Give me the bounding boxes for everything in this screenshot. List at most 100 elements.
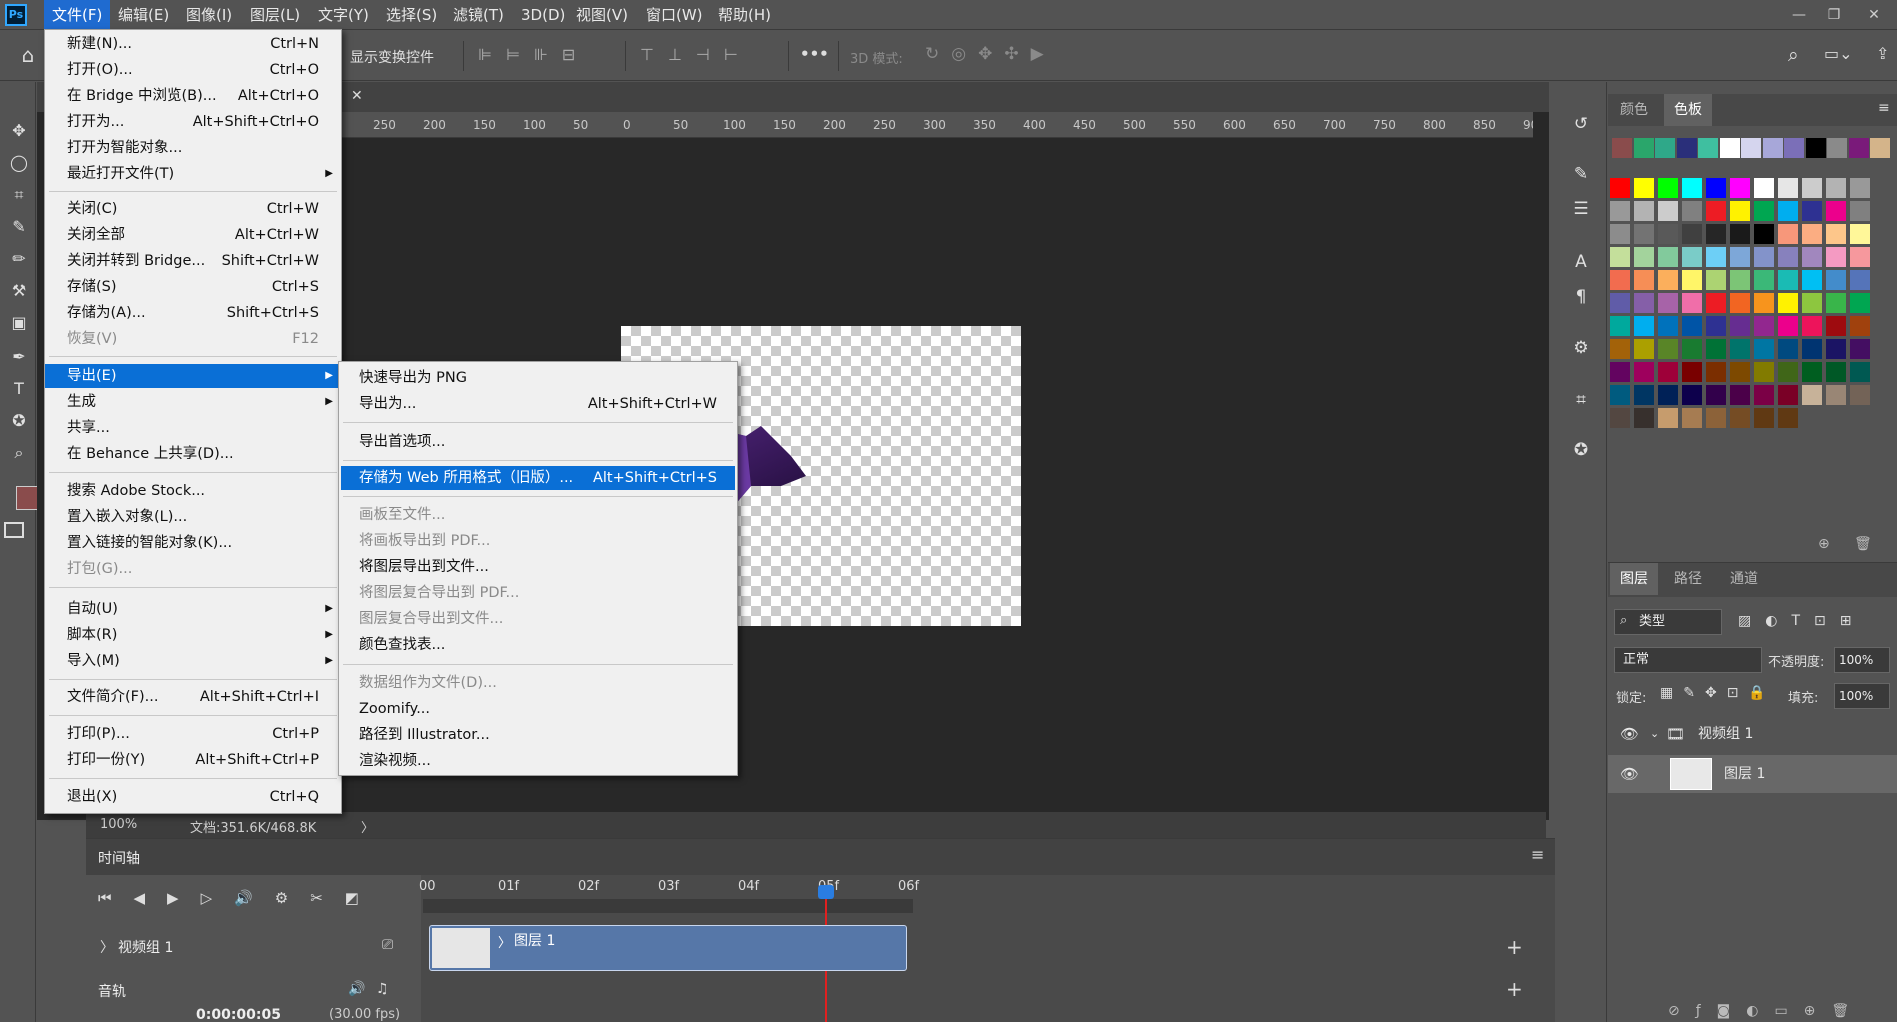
- add-audio-icon[interactable]: +: [1506, 977, 1523, 1001]
- shapes-icon[interactable]: ✪: [1569, 438, 1593, 462]
- swatch[interactable]: [1730, 247, 1750, 267]
- menu-item-print[interactable]: 打印(P)... Ctrl+P: [45, 722, 341, 746]
- menu-item-data-sets[interactable]: 数据组作为文件(D)...: [339, 671, 737, 695]
- status-arrow[interactable]: 〉: [361, 817, 374, 836]
- swatch[interactable]: [1658, 316, 1678, 336]
- swatch[interactable]: [1754, 408, 1774, 428]
- swatch[interactable]: [1730, 316, 1750, 336]
- swatch[interactable]: [1826, 362, 1846, 382]
- brush-settings-icon[interactable]: ✎: [1569, 162, 1593, 186]
- close-window-icon[interactable]: ✕: [1860, 3, 1888, 27]
- swatch[interactable]: [1610, 178, 1630, 198]
- menu-type[interactable]: 文字(Y): [310, 0, 377, 30]
- swatch[interactable]: [1610, 270, 1630, 290]
- swatch[interactable]: [1778, 408, 1798, 428]
- home-icon[interactable]: ⌂: [16, 43, 40, 67]
- swatch[interactable]: [1706, 408, 1726, 428]
- swatch[interactable]: [1778, 201, 1798, 221]
- swatch[interactable]: [1610, 408, 1630, 428]
- swatch[interactable]: [1612, 138, 1632, 158]
- close-doc-icon[interactable]: ✕: [351, 88, 363, 104]
- swatch[interactable]: [1850, 385, 1870, 405]
- swatch[interactable]: [1682, 316, 1702, 336]
- swatch[interactable]: [1706, 385, 1726, 405]
- expand-group-icon[interactable]: ⌄: [1650, 715, 1659, 753]
- menu-item-save-for-web[interactable]: 存储为 Web 所用格式（旧版）... Alt+Shift+Ctrl+S: [341, 466, 735, 490]
- menu-item-file-info[interactable]: 文件简介(F)... Alt+Shift+Ctrl+I: [45, 685, 341, 709]
- clip-expand-icon[interactable]: 〉: [498, 932, 511, 951]
- menu-item-import[interactable]: 导入(M) ▶: [45, 649, 341, 673]
- swatch[interactable]: [1870, 138, 1890, 158]
- swatch[interactable]: [1850, 270, 1870, 290]
- swatch[interactable]: [1754, 316, 1774, 336]
- menu-item-artboards-to-files[interactable]: 画板至文件...: [339, 503, 737, 527]
- swatch[interactable]: [1802, 316, 1822, 336]
- menu-item-paths-to-illustrator[interactable]: 路径到 Illustrator...: [339, 723, 737, 747]
- swatch[interactable]: [1730, 270, 1750, 290]
- swatch[interactable]: [1850, 247, 1870, 267]
- swatch[interactable]: [1658, 293, 1678, 313]
- shape-tool-icon[interactable]: ✪: [6, 408, 32, 434]
- distribute-icons[interactable]: ⊤⊥⊣⊢: [640, 45, 752, 64]
- menu-item-close[interactable]: 关闭(C) Ctrl+W: [45, 197, 341, 221]
- show-transform-label[interactable]: 显示变换控件: [350, 47, 434, 67]
- move-tool-icon[interactable]: ✥: [6, 118, 32, 144]
- align-icons[interactable]: ⊫⊨⊪⊟: [478, 45, 589, 64]
- swatch[interactable]: [1848, 138, 1869, 158]
- swatch[interactable]: [1658, 339, 1678, 359]
- character-icon[interactable]: A: [1569, 250, 1593, 274]
- swatch[interactable]: [1682, 339, 1702, 359]
- menu-item-render-video[interactable]: 渲染视频...: [339, 749, 737, 773]
- swatch[interactable]: [1826, 224, 1846, 244]
- swatch[interactable]: [1706, 247, 1726, 267]
- swatch[interactable]: [1778, 224, 1798, 244]
- menu-file[interactable]: 文件(F): [44, 0, 111, 30]
- music-note-icon[interactable]: ♫: [376, 981, 389, 997]
- tab-channels[interactable]: 通道: [1720, 563, 1768, 595]
- blend-mode-select[interactable]: 正常: [1614, 647, 1762, 673]
- menu-item-color-lookup[interactable]: 颜色查找表...: [339, 633, 737, 657]
- menu-item-open[interactable]: 打开(O)... Ctrl+O: [45, 58, 341, 82]
- more-options-button[interactable]: •••: [800, 45, 829, 63]
- visibility-eye-icon[interactable]: 👁: [1620, 715, 1639, 753]
- menu-item-adobe-stock[interactable]: 搜索 Adobe Stock...: [45, 479, 341, 503]
- menu-select[interactable]: 选择(S): [378, 0, 445, 30]
- menu-edit[interactable]: 编辑(E): [110, 0, 177, 30]
- menu-item-scripts[interactable]: 脚本(R) ▶: [45, 623, 341, 647]
- brush-tool-icon[interactable]: ✏: [6, 246, 32, 272]
- properties-icon[interactable]: ⚙: [1569, 336, 1593, 360]
- zoom-tool-icon[interactable]: ⌕: [6, 440, 32, 466]
- swatch[interactable]: [1826, 201, 1846, 221]
- swatch[interactable]: [1610, 224, 1630, 244]
- eyedropper-tool-icon[interactable]: ✎: [6, 214, 32, 240]
- tab-swatches[interactable]: 色板: [1664, 94, 1712, 126]
- menu-view[interactable]: 视图(V): [568, 0, 636, 30]
- swatch[interactable]: [1682, 408, 1702, 428]
- search-icon[interactable]: ⌕: [1788, 44, 1799, 66]
- swatch[interactable]: [1706, 316, 1726, 336]
- menu-image[interactable]: 图像(I): [178, 0, 240, 30]
- menu-item-open-as[interactable]: 打开为... Alt+Shift+Ctrl+O: [45, 110, 341, 134]
- swatch[interactable]: [1730, 293, 1750, 313]
- swatch[interactable]: [1826, 270, 1846, 290]
- menu-window[interactable]: 窗口(W): [638, 0, 711, 30]
- swatch[interactable]: [1610, 247, 1630, 267]
- swatch[interactable]: [1802, 293, 1822, 313]
- swatch[interactable]: [1634, 316, 1654, 336]
- swatch[interactable]: [1719, 138, 1740, 158]
- swatch[interactable]: [1754, 385, 1774, 405]
- swatch[interactable]: [1634, 178, 1654, 198]
- quick-mask-icon[interactable]: [4, 522, 24, 538]
- swatch[interactable]: [1754, 247, 1774, 267]
- swatch[interactable]: [1610, 316, 1630, 336]
- swatch[interactable]: [1682, 201, 1702, 221]
- swatch[interactable]: [1634, 224, 1654, 244]
- menu-item-zoomify[interactable]: Zoomify...: [339, 697, 737, 721]
- menu-item-place-embedded[interactable]: 置入嵌入对象(L)...: [45, 505, 341, 529]
- menu-item-generate[interactable]: 生成 ▶: [45, 390, 341, 414]
- swatch[interactable]: [1754, 178, 1774, 198]
- restore-icon[interactable]: ❐: [1820, 3, 1848, 27]
- tab-layers[interactable]: 图层: [1610, 563, 1658, 595]
- menu-item-close-all[interactable]: 关闭全部 Alt+Ctrl+W: [45, 223, 341, 247]
- swatch[interactable]: [1754, 339, 1774, 359]
